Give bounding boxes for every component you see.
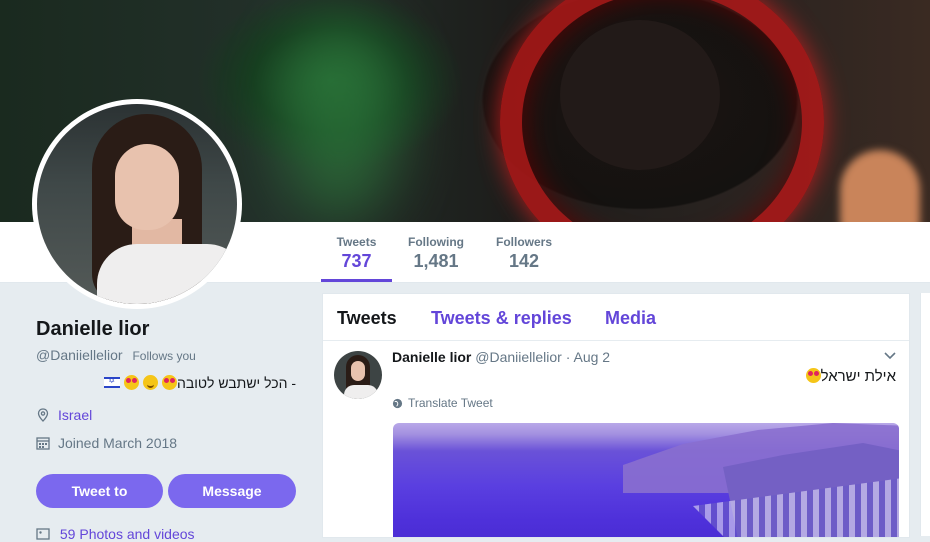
tweet-author-name[interactable]: Danielle lior	[392, 349, 471, 365]
profile-location: Israel	[36, 407, 306, 423]
heart-eyes-emoji-icon	[805, 368, 821, 383]
tweet-header: Danielle lior @Daniiellelior · Aug 2	[392, 349, 610, 365]
tweet-to-button[interactable]: Tweet to	[36, 474, 163, 508]
message-button[interactable]: Message	[168, 474, 296, 508]
banner-green-glow	[280, 20, 400, 220]
chevron-down-icon[interactable]	[883, 349, 897, 363]
heart-eyes-emoji-icon	[162, 375, 178, 390]
avatar-face	[115, 144, 179, 230]
location-pin-icon	[37, 408, 49, 422]
bio-dash: -	[291, 375, 296, 391]
photos-videos-text: 59 Photos and videos	[59, 526, 195, 542]
stat-followers-label: Followers	[495, 235, 552, 249]
stat-tweets-label: Tweets	[336, 235, 377, 249]
profile-joined: Joined March 2018	[36, 435, 306, 451]
globe-icon	[392, 398, 403, 408]
profile-name[interactable]: Danielle lior	[36, 318, 306, 341]
translate-text: Translate Tweet	[408, 396, 493, 410]
stat-followers[interactable]: Followers 142	[489, 222, 559, 282]
joined-text: Joined March 2018	[58, 435, 178, 451]
tab-tweets-replies[interactable]: Tweets & replies	[431, 308, 572, 329]
calendar-icon	[36, 437, 50, 450]
timeline: Tweets Tweets & replies Media Danielle l…	[322, 293, 910, 538]
tweet-author-handle[interactable]: @Daniiellelior	[475, 349, 562, 365]
stat-following-value: 1,481	[413, 251, 459, 271]
tweet-date[interactable]: · Aug 2	[566, 349, 610, 365]
bio-text: הכל ישתבש לטובה	[177, 375, 288, 391]
stat-tweets-value: 737	[341, 251, 372, 271]
avatar-photo	[37, 104, 237, 304]
stat-following[interactable]: Following 1,481	[400, 222, 472, 282]
stat-followers-value: 142	[508, 251, 540, 271]
photo-icon	[36, 528, 50, 540]
tweet-avatar-face	[351, 361, 365, 381]
israel-flag-icon	[104, 376, 121, 388]
tweet-avatar[interactable]	[334, 351, 382, 399]
smile-emoji-icon	[143, 375, 159, 390]
translate-tweet-link[interactable]: Translate Tweet	[392, 396, 493, 410]
follows-you-badge: Follows you	[132, 349, 196, 363]
profile-avatar[interactable]	[32, 99, 242, 309]
timeline-tabs: Tweets Tweets & replies Media	[323, 294, 909, 341]
tab-media[interactable]: Media	[605, 308, 656, 329]
tweet-text: אילת ישראל	[805, 368, 896, 385]
stat-tweets[interactable]: Tweets 737	[321, 222, 392, 282]
banner-ring-center	[560, 20, 720, 170]
tweet-avatar-shirt	[344, 385, 378, 399]
location-link[interactable]: Israel	[58, 407, 92, 423]
avatar-shirt	[97, 244, 237, 304]
photos-videos-link[interactable]: 59 Photos and videos	[36, 526, 195, 542]
profile-handle-row: @Daniiellelior Follows you	[36, 347, 306, 363]
banner-hand	[840, 150, 920, 222]
profile-card: Danielle lior @Daniiellelior Follows you…	[36, 318, 306, 451]
profile-handle[interactable]: @Daniiellelior	[36, 347, 123, 363]
kiss-emoji-icon	[124, 375, 140, 390]
tab-tweets[interactable]: Tweets	[337, 308, 397, 329]
tweet-media-image[interactable]	[393, 423, 899, 537]
stat-following-label: Following	[408, 235, 464, 249]
profile-bio: - הכל ישתבש לטובה	[36, 375, 296, 391]
tweet-text-content: אילת ישראל	[820, 368, 896, 385]
right-column	[920, 293, 930, 536]
